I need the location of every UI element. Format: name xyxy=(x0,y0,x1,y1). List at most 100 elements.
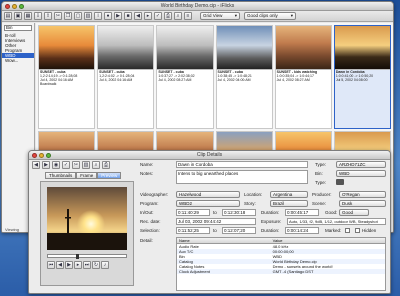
clip-thumbnail[interactable]: SUNSET - cuba 1,2:2:14;19 -> 0:1:28;08 Jul… xyxy=(38,25,96,129)
mark-icon[interactable]: ✓ xyxy=(154,12,162,20)
minimize-button[interactable] xyxy=(12,3,17,9)
camera-icon[interactable]: ◉ xyxy=(52,161,60,169)
prev-clip-icon[interactable]: ◀ xyxy=(32,161,40,169)
close-button[interactable] xyxy=(5,3,10,9)
clip-thumbnail[interactable]: SUNSET - cuba 1:0:37;27 -> 2:02:38;02 Jul … xyxy=(156,25,214,129)
view-select-value: Grid View xyxy=(203,13,223,18)
rewind-icon[interactable]: ◀ xyxy=(56,261,64,269)
play-icon[interactable]: ▶ xyxy=(114,12,122,20)
details-minimize-button[interactable] xyxy=(39,152,44,158)
playback-controls: ⏮ ◀ ▶ ▸ ⏭ ↻ ♪ xyxy=(47,261,109,269)
forward-icon[interactable]: ▸ xyxy=(74,261,82,269)
recdate-field[interactable]: Jul 03, 2002 09:44:42 xyxy=(176,218,256,225)
print-icon[interactable]: ⎙ xyxy=(164,12,172,20)
info-icon[interactable]: i xyxy=(94,12,102,20)
videographer-select[interactable]: Hazelwood xyxy=(176,191,240,198)
volume-icon[interactable]: ♪ xyxy=(101,261,109,269)
details-titlebar[interactable]: Clip Details xyxy=(29,151,390,160)
stop-icon[interactable]: ■ xyxy=(124,12,132,20)
zoom-button[interactable] xyxy=(19,3,24,9)
program-select[interactable]: WBD2 xyxy=(176,200,240,207)
forward-icon[interactable]: ▸ xyxy=(144,12,152,20)
producer-label: Producer: xyxy=(312,192,332,197)
clip-thumbnail[interactable]: SUNSET - kids watching 1:0:0:35;04 -> 1:0… xyxy=(274,25,332,129)
capture-icon[interactable]: ● xyxy=(104,12,112,20)
main-titlebar[interactable]: World Birthday Demo.cip - iFlicks xyxy=(2,2,393,11)
open-icon[interactable]: ▣ xyxy=(14,12,22,20)
clip-image xyxy=(216,26,272,70)
selection-out-field[interactable]: 0:12:07;20 xyxy=(222,227,256,234)
trash-icon[interactable]: ▥ xyxy=(84,12,92,20)
hidden-checkbox[interactable] xyxy=(355,228,360,233)
cut-icon[interactable]: ✂ xyxy=(54,12,62,20)
skip-forward-icon[interactable]: ⏭ xyxy=(83,261,91,269)
tab-preview[interactable]: Preview xyxy=(97,172,122,179)
filter-select[interactable]: Good clips only ▾ xyxy=(244,12,296,20)
clip-thumbnail[interactable]: SUNSET - cuba 1,2:2:4:02 -> 0:1:28;04 Jul … xyxy=(97,25,155,129)
in-point-field[interactable]: 0:11:40:29 xyxy=(176,209,210,216)
mark-icon[interactable]: ✓ xyxy=(62,161,70,169)
play-icon[interactable]: ▶ xyxy=(65,261,73,269)
detail-table-container: Name Value Audio Rate 48.0 kHz Aux T/C 00:0… xyxy=(176,237,386,291)
new-catalog-icon[interactable]: ▤ xyxy=(4,12,12,20)
sidebar-item-wow[interactable]: Wow... xyxy=(2,58,34,63)
story-select[interactable]: Brazil xyxy=(270,200,308,207)
clip-thumbnail[interactable]: Dawn in Cordoba 1:0:0:41;00 -> 1:0:50;20 J… xyxy=(333,25,391,129)
to-label-2: to xyxy=(213,228,217,233)
marked-checkbox[interactable] xyxy=(345,228,350,233)
next-clip-icon[interactable]: ▶ xyxy=(42,161,50,169)
clip-thumbnail[interactable]: SUNSET - cuba 1:0:38;45 -> 1:0:48;21 Jul 4… xyxy=(215,25,273,129)
bin-select-field[interactable]: WBD xyxy=(336,170,386,177)
tab-thumbnails[interactable]: Thumbnails xyxy=(45,172,77,179)
loop-icon[interactable]: ↻ xyxy=(92,261,100,269)
scrubber-playhead[interactable] xyxy=(76,254,79,259)
table-row[interactable]: Clock Adjustment GMT -4 (Santiago DST xyxy=(177,269,385,274)
rewind-icon[interactable]: ◀ xyxy=(134,12,142,20)
preview-tabs: Thumbnails Frame Preview xyxy=(45,172,122,179)
playback-scrubber[interactable] xyxy=(47,254,127,259)
producer-select[interactable]: O'Regan xyxy=(339,191,386,198)
video-type-icon xyxy=(336,179,344,185)
copy-icon[interactable]: ❐ xyxy=(64,12,72,20)
skip-back-icon[interactable]: ⏮ xyxy=(47,261,55,269)
bin-select[interactable]: Bin xyxy=(4,25,32,31)
notes-field[interactable]: Intens to big unearthed places xyxy=(176,170,308,184)
selection-label: Selection: xyxy=(140,228,160,233)
videographer-label: Videographer: xyxy=(140,192,169,197)
type-label: Type: xyxy=(315,162,327,167)
preview-video-frame[interactable] xyxy=(47,187,127,250)
import-icon[interactable]: ⇩ xyxy=(34,12,42,20)
clip-details-window: Clip Details ◀ ▶ ◉ ✓ ✂ ▥ ⌕ ⎙ Thumbnails … xyxy=(28,150,391,294)
search-icon[interactable]: ⌕ xyxy=(174,12,182,20)
save-icon[interactable]: ▦ xyxy=(24,12,32,20)
view-select[interactable]: Grid View ▾ xyxy=(200,12,240,20)
search-icon[interactable]: ⌕ xyxy=(92,161,100,169)
good-select[interactable]: Good xyxy=(339,209,369,216)
chevron-down-icon: ▾ xyxy=(290,13,293,18)
recdate-label: Rec. date: xyxy=(140,219,161,224)
location-label: Location: xyxy=(244,192,263,197)
bin-label: Bin: xyxy=(315,171,323,176)
selection-in-field[interactable]: 0:11:52;25 xyxy=(176,227,210,234)
type-select[interactable]: ARZHD71ZC xyxy=(336,161,386,168)
export-icon[interactable]: ⇧ xyxy=(44,12,52,20)
location-select[interactable]: Argentina xyxy=(270,191,308,198)
scene-select[interactable]: Dusk xyxy=(339,200,386,207)
print-icon[interactable]: ⎙ xyxy=(102,161,110,169)
details-close-button[interactable] xyxy=(32,152,37,158)
sort-icon[interactable]: ≡ xyxy=(184,12,192,20)
paste-icon[interactable]: ▢ xyxy=(74,12,82,20)
detail-value-cell: GMT -4 (Santiago DST xyxy=(270,269,385,274)
name-label: Name: xyxy=(140,162,154,167)
window-title: World Birthday Demo.cip - iFlicks xyxy=(160,3,235,9)
scissors-icon[interactable]: ✂ xyxy=(72,161,80,169)
out-point-field[interactable]: 0:12:30:18 xyxy=(222,209,256,216)
clip-image xyxy=(157,26,213,70)
trash-icon[interactable]: ▥ xyxy=(82,161,90,169)
filter-select-value: Good clips only xyxy=(247,13,278,18)
detail-label: Detail: xyxy=(140,238,153,243)
name-field[interactable]: Dawn in Cordoba xyxy=(176,161,308,168)
details-zoom-button[interactable] xyxy=(46,152,51,158)
clip-info-line: Jul 4, 2002 08:27:AM xyxy=(276,78,310,82)
tab-frame[interactable]: Frame xyxy=(76,172,98,179)
